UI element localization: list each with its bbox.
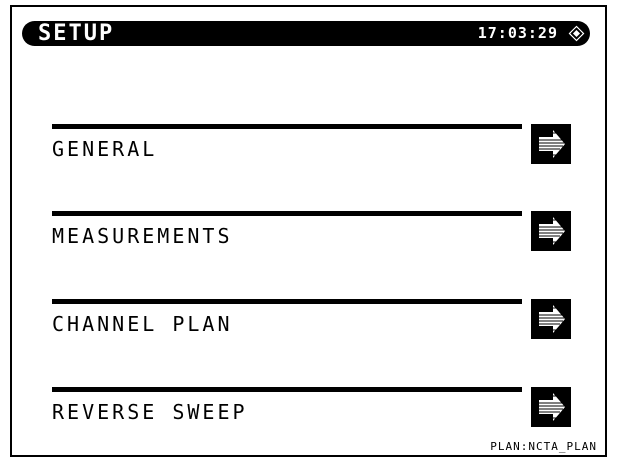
menu-item-label: CHANNEL PLAN	[52, 312, 233, 336]
menu-item-label: GENERAL	[52, 137, 158, 161]
menu-item-channel-plan[interactable]: CHANNEL PLAN	[38, 299, 588, 359]
right-arrow-icon[interactable]	[531, 124, 571, 164]
menu-item-label: REVERSE SWEEP	[52, 400, 248, 424]
menu-divider	[52, 299, 522, 304]
right-arrow-icon[interactable]	[531, 299, 571, 339]
right-arrow-icon[interactable]	[531, 387, 571, 427]
menu-divider	[52, 387, 522, 392]
menu-item-general[interactable]: GENERAL	[38, 124, 588, 184]
menu-divider	[52, 124, 522, 129]
diamond-status-icon	[568, 25, 585, 42]
menu-item-label: MEASUREMENTS	[52, 224, 233, 248]
title-bar: SETUP 17:03:29	[22, 21, 590, 46]
menu-item-reverse-sweep[interactable]: REVERSE SWEEP	[38, 387, 588, 447]
menu-divider	[52, 211, 522, 216]
clock: 17:03:29	[477, 24, 558, 42]
menu-item-measurements[interactable]: MEASUREMENTS	[38, 211, 588, 271]
page-title: SETUP	[38, 21, 115, 46]
plan-status: PLAN:NCTA_PLAN	[490, 440, 597, 453]
right-arrow-icon[interactable]	[531, 211, 571, 251]
